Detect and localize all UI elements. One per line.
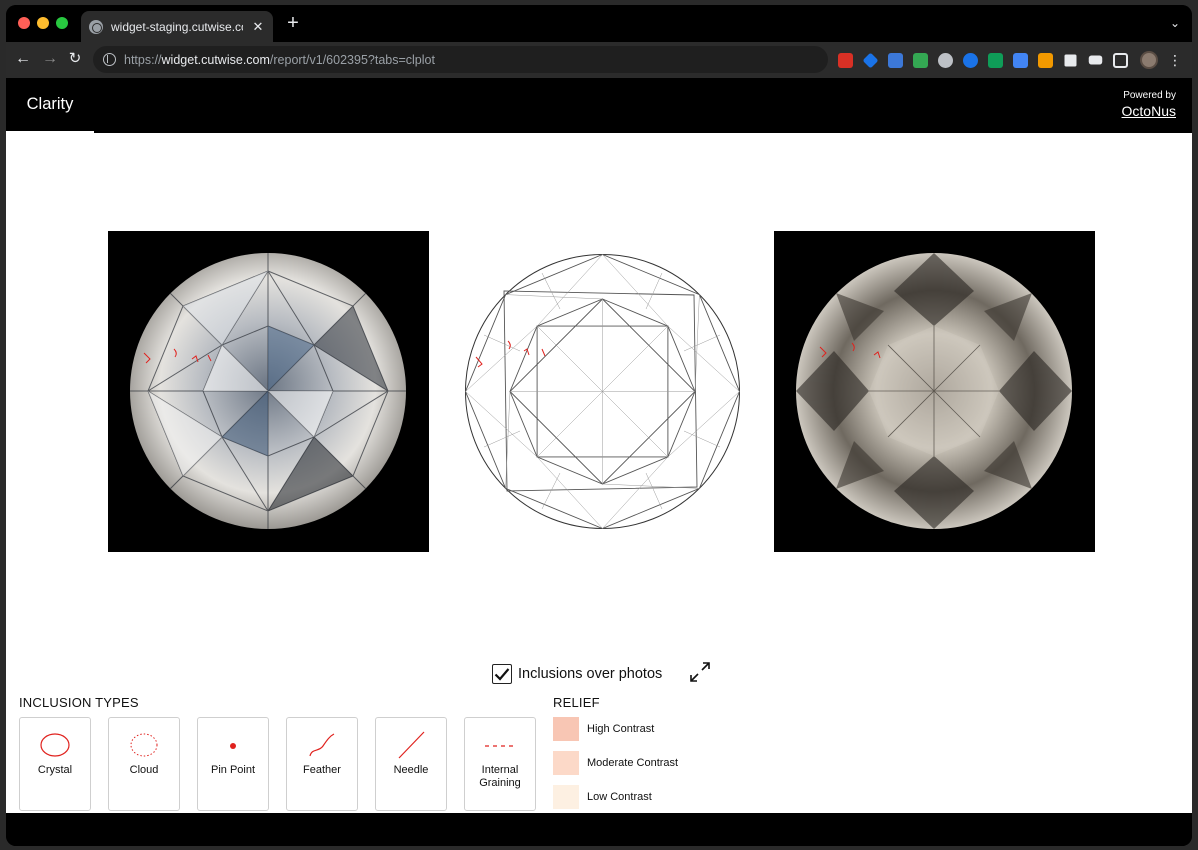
high-contrast-swatch [553, 717, 579, 741]
clarity-panel: Inclusions over photos INCLUSION TYPES C… [6, 133, 1192, 813]
inclusions-over-photos-toggle[interactable]: Inclusions over photos [492, 664, 662, 684]
back-button[interactable]: ← [14, 50, 32, 68]
extension-icon[interactable] [913, 52, 928, 68]
inclusion-type-pin-point[interactable]: Pin Point [197, 717, 269, 811]
inclusions-checkbox[interactable] [492, 664, 512, 684]
feather-icon [309, 733, 335, 757]
relief-label: High Contrast [587, 723, 655, 735]
site-info-icon[interactable] [103, 53, 116, 66]
extension-icon[interactable] [963, 52, 978, 68]
browser-tab[interactable]: widget-staging.cutwise.com/r ✕ [81, 11, 273, 42]
extension-icon[interactable] [938, 52, 953, 68]
tab-strip: widget-staging.cutwise.com/r ✕ + ⌄ [6, 5, 1192, 42]
extension-icon[interactable] [988, 52, 1003, 68]
relief-high-contrast: High Contrast [553, 717, 654, 741]
side-panel-icon[interactable] [1113, 52, 1128, 68]
extensions-bar: ⋮ [838, 51, 1182, 69]
more-menu-icon[interactable]: ⋮ [1168, 52, 1182, 69]
url-scheme: https:// [124, 52, 162, 67]
app-header: Clarity Powered by OctoNus [6, 78, 1192, 133]
extension-icon[interactable] [838, 52, 853, 68]
relief-label: Moderate Contrast [587, 757, 679, 769]
inclusion-types-title: INCLUSION TYPES [19, 695, 139, 710]
extension-icon[interactable] [1013, 52, 1028, 68]
inclusion-type-cloud[interactable]: Cloud [108, 717, 180, 811]
extension-icon[interactable] [862, 52, 879, 68]
clarity-plot-diagram [462, 251, 743, 532]
diamond-photo-darkfield [774, 231, 1095, 552]
crystal-icon [40, 733, 70, 757]
maximize-window-button[interactable] [56, 17, 68, 29]
octonus-link[interactable]: OctoNus [1122, 102, 1176, 120]
new-tab-button[interactable]: + [283, 13, 303, 33]
inclusion-type-internal-graining[interactable]: Internal Graining [464, 717, 536, 811]
powered-by: Powered by OctoNus [1122, 90, 1176, 120]
inclusions-toggle-label: Inclusions over photos [518, 666, 663, 682]
tab-clarity[interactable]: Clarity [6, 78, 94, 133]
bottom-bar [6, 813, 1192, 846]
url-text: https://widget.cutwise.com/report/v1/602… [124, 53, 435, 67]
powered-by-label: Powered by [1123, 90, 1176, 101]
extension-icon[interactable] [1038, 52, 1053, 68]
diamond-photo-brilliant [108, 231, 429, 552]
browser-toolbar: ← → ↻ https://widget.cutwise.com/report/… [6, 42, 1192, 78]
globe-icon [89, 19, 103, 34]
low-contrast-swatch [553, 785, 579, 809]
inclusion-type-label: Crystal [37, 764, 73, 776]
puzzle-icon[interactable] [1064, 54, 1077, 66]
relief-low-contrast: Low Contrast [553, 785, 652, 809]
url-host: widget.cutwise.com [161, 52, 270, 67]
moderate-contrast-swatch [553, 751, 579, 775]
chevron-down-icon[interactable]: ⌄ [1170, 16, 1180, 30]
tab-title: widget-staging.cutwise.com/r [111, 19, 243, 34]
browser-window: widget-staging.cutwise.com/r ✕ + ⌄ ← → ↻… [6, 5, 1192, 846]
pin-point-icon [230, 743, 236, 749]
close-icon[interactable]: ✕ [251, 19, 265, 35]
inclusion-type-label: Cloud [129, 764, 159, 776]
avatar[interactable] [1140, 51, 1158, 69]
extension-icon[interactable] [888, 52, 903, 68]
inclusion-type-crystal[interactable]: Crystal [19, 717, 91, 811]
url-path: /report/v1/602395?tabs=clplot [269, 52, 435, 67]
reading-list-icon[interactable] [1088, 55, 1103, 65]
inclusion-type-label: Internal Graining [479, 764, 521, 789]
needle-icon [398, 731, 425, 759]
cloud-icon [130, 733, 158, 757]
inclusion-type-feather[interactable]: Feather [286, 717, 358, 811]
internal-graining-icon [485, 745, 515, 747]
checkmark-icon [494, 668, 510, 681]
forward-button[interactable]: → [41, 50, 59, 68]
address-bar[interactable]: https://widget.cutwise.com/report/v1/602… [93, 46, 828, 73]
inclusion-type-needle[interactable]: Needle [375, 717, 447, 811]
minimize-window-button[interactable] [37, 17, 49, 29]
relief-title: RELIEF [553, 695, 600, 710]
inclusion-type-label: Pin Point [210, 764, 256, 776]
expand-icon[interactable] [689, 661, 711, 683]
reload-button[interactable]: ↻ [66, 50, 84, 68]
relief-moderate-contrast: Moderate Contrast [553, 751, 678, 775]
close-window-button[interactable] [18, 17, 30, 29]
inclusion-type-label: Needle [393, 764, 429, 776]
inclusion-type-label: Feather [303, 764, 341, 776]
relief-label: Low Contrast [587, 791, 652, 803]
